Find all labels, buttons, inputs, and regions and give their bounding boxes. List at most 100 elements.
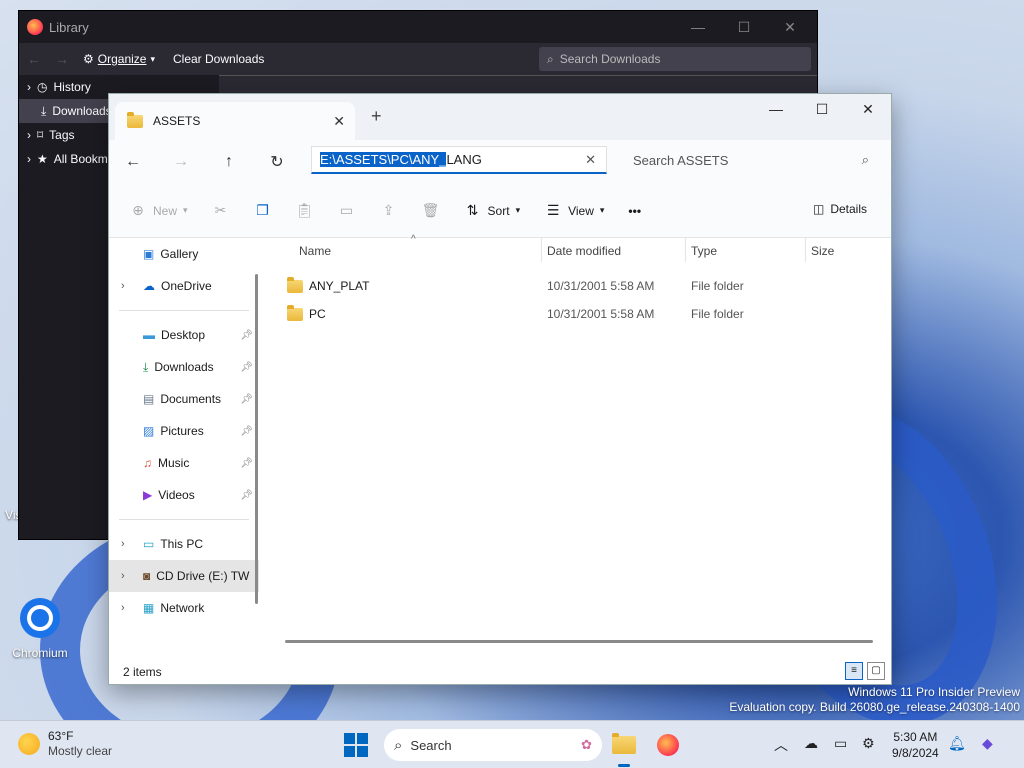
- command-bar: ⊕ New ▾ ✂ ❐ 📋︎ ▭ ⇪ 🗑︎ ⇅ Sort ▾ ☰ View ▾ …: [109, 184, 891, 238]
- copilot-icon[interactable]: ◆: [982, 735, 993, 752]
- taskbar-search[interactable]: ⌕ Search ✿: [384, 729, 602, 761]
- nav-item-label: OneDrive: [161, 279, 212, 293]
- column-type[interactable]: Type: [691, 244, 717, 258]
- chromium-icon: [16, 594, 64, 642]
- column-size[interactable]: Size: [811, 244, 834, 258]
- file-row[interactable]: ANY_PLAT 10/31/2001 5:58 AM File folder: [265, 272, 891, 300]
- sort-button[interactable]: ⇅ Sort ▾: [464, 202, 520, 220]
- chevron-down-icon: ▾: [599, 205, 605, 215]
- nav-item-onedrive[interactable]: › ☁ OneDrive: [109, 270, 259, 302]
- view-button[interactable]: ☰ View ▾: [544, 202, 605, 220]
- explorer-window-controls: — ☐ ✕: [753, 94, 891, 124]
- minimize-icon[interactable]: —: [753, 94, 799, 124]
- nav-item-network[interactable]: › ▦ Network: [109, 592, 259, 624]
- more-label: •••: [628, 203, 642, 218]
- sort-icon: ⇅: [466, 202, 479, 218]
- desktop-icon-chromium[interactable]: Chromium: [0, 594, 80, 660]
- nav-item-gallery[interactable]: ▣ Gallery: [109, 238, 259, 270]
- column-date[interactable]: Date modified: [547, 244, 621, 258]
- nav-item-documents[interactable]: ▤ Documents 📌︎: [109, 383, 259, 415]
- close-icon[interactable]: ✕: [767, 15, 813, 39]
- up-arrow-icon[interactable]: ↑: [205, 153, 253, 171]
- file-type: File folder: [691, 279, 744, 293]
- back-arrow-icon[interactable]: ←: [27, 51, 41, 67]
- share-button[interactable]: ⇪: [380, 202, 398, 220]
- clear-icon[interactable]: ✕: [585, 152, 596, 168]
- scissors-icon: ✂: [214, 202, 227, 218]
- folder-icon: [612, 733, 636, 754]
- nav-item-pictures[interactable]: ▨ Pictures 📌︎: [109, 415, 259, 447]
- horizontal-scrollbar[interactable]: [285, 640, 873, 643]
- cloud-offline-icon[interactable]: ☁: [804, 735, 818, 752]
- maximize-icon[interactable]: ☐: [799, 94, 845, 124]
- clock[interactable]: 5:30 AM 9/8/2024: [892, 729, 939, 761]
- nav-item-music[interactable]: ♫ Music 📌︎: [109, 447, 259, 479]
- chevron-right-icon: ›: [27, 152, 31, 166]
- pin-icon: 📌︎: [240, 457, 253, 469]
- address-bar-row: ← → ↑ ↻ E:\ASSETS\PC\ANY_ LANG ✕ Search A…: [109, 140, 891, 184]
- nav-scrollbar[interactable]: [255, 274, 258, 604]
- library-search-input[interactable]: ⌕ Search Downloads: [539, 47, 811, 71]
- watermark-line: Evaluation copy. Build 26080.ge_release.…: [729, 700, 1020, 714]
- cut-button[interactable]: ✂: [212, 202, 230, 220]
- new-tab-icon[interactable]: +: [371, 106, 382, 127]
- details-view-icon[interactable]: ≡: [845, 662, 863, 680]
- library-search-placeholder: Search Downloads: [559, 52, 661, 66]
- explorer-search-input[interactable]: Search ASSETS ⌕: [621, 146, 879, 174]
- cd-drive-icon: ◙: [143, 569, 151, 583]
- back-arrow-icon[interactable]: ←: [109, 153, 157, 171]
- paste-button[interactable]: 📋︎: [296, 202, 314, 220]
- chevron-right-icon: ›: [27, 80, 31, 94]
- nav-item-videos[interactable]: ▶ Videos 📌︎: [109, 479, 259, 511]
- file-name: PC: [309, 307, 326, 321]
- search-icon: ⌕: [861, 152, 869, 167]
- more-options-button[interactable]: •••: [628, 204, 641, 218]
- windows-watermark: Windows 11 Pro Insider Preview Evaluatio…: [729, 685, 1020, 715]
- column-headers: ^ Name Date modified Type Size: [265, 234, 891, 266]
- column-name[interactable]: Name: [299, 244, 331, 258]
- network-status-icon[interactable]: ⚙: [862, 735, 875, 752]
- delete-button[interactable]: 🗑︎: [422, 202, 440, 220]
- copy-button[interactable]: ❐: [254, 202, 272, 220]
- close-icon[interactable]: ✕: [845, 94, 891, 124]
- nav-item-label: This PC: [160, 537, 204, 551]
- weather-widget[interactable]: 63°F Mostly clear: [18, 729, 112, 759]
- column-separator[interactable]: [685, 238, 686, 262]
- tiles-view-icon[interactable]: ▢: [867, 662, 885, 680]
- chevron-right-icon: ›: [121, 538, 125, 550]
- forward-arrow-icon[interactable]: →: [157, 153, 205, 171]
- forward-arrow-icon[interactable]: →: [55, 51, 69, 67]
- minimize-icon[interactable]: —: [675, 15, 721, 39]
- maximize-icon[interactable]: ☐: [721, 15, 767, 39]
- item-count: 2 items: [123, 665, 162, 679]
- chevron-up-icon[interactable]: ︿: [774, 735, 788, 755]
- firefox-taskbar-icon[interactable]: [652, 729, 684, 761]
- taskbar: 63°F Mostly clear ⌕ Search ✿ ︿ ☁ ▭ ⚙ 5:3…: [0, 720, 1024, 768]
- rename-button[interactable]: ▭: [338, 202, 356, 220]
- close-tab-icon[interactable]: ✕: [333, 113, 345, 130]
- address-rest-text: LANG: [446, 152, 482, 167]
- address-input[interactable]: E:\ASSETS\PC\ANY_ LANG ✕: [311, 146, 607, 174]
- library-title: Library: [49, 19, 89, 35]
- file-explorer-taskbar-icon[interactable]: [608, 729, 640, 767]
- column-separator[interactable]: [805, 238, 806, 262]
- star-icon: ★: [37, 152, 48, 166]
- tab-assets[interactable]: ASSETS ✕: [115, 102, 355, 140]
- display-icon[interactable]: ▭: [834, 735, 847, 752]
- bell-icon[interactable]: 🔔︎: [948, 735, 966, 752]
- nav-item-downloads[interactable]: ⤓ Downloads 📌︎: [109, 351, 259, 383]
- organize-button[interactable]: ⚙ Organize ▾: [83, 52, 155, 66]
- refresh-icon[interactable]: ↻: [253, 152, 301, 172]
- new-button[interactable]: ⊕ New ▾: [129, 202, 187, 220]
- start-button[interactable]: [344, 733, 368, 757]
- file-row[interactable]: PC 10/31/2001 5:58 AM File folder: [265, 300, 891, 328]
- nav-item-this-pc[interactable]: › ▭ This PC: [109, 528, 259, 560]
- clear-downloads-button[interactable]: Clear Downloads: [173, 52, 264, 66]
- nav-item-cd-drive[interactable]: › ◙ CD Drive (E:) TW: [109, 560, 259, 592]
- windows-logo-pane: [357, 733, 368, 744]
- pin-icon: 📌︎: [240, 393, 253, 405]
- nav-item-desktop[interactable]: ▬ Desktop 📌︎: [109, 319, 259, 351]
- details-button[interactable]: ◫ Details: [813, 202, 867, 216]
- column-separator[interactable]: [541, 238, 542, 262]
- explorer-tabbar: ASSETS ✕ + — ☐ ✕: [109, 94, 891, 140]
